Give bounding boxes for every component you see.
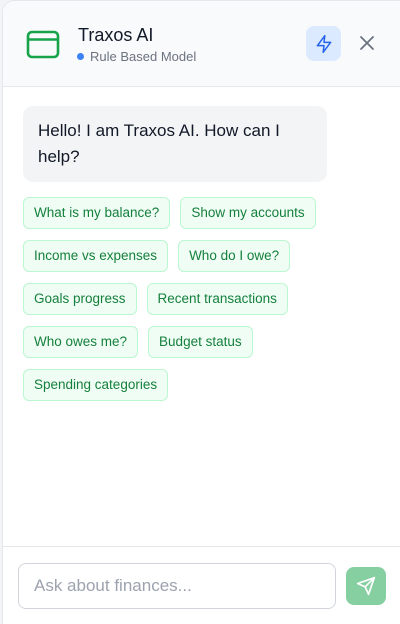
chat-panel: Traxos AI Rule Based Model Hello! I am T… <box>2 0 400 624</box>
chat-header: Traxos AI Rule Based Model <box>3 1 400 87</box>
suggestion-chip-who-owes-me[interactable]: Who owes me? <box>23 326 139 358</box>
suggestion-chip-balance[interactable]: What is my balance? <box>23 197 171 229</box>
suggestion-list: What is my balance? Show my accounts Inc… <box>23 197 363 401</box>
composer <box>3 546 400 624</box>
suggestion-chip-who-do-i-owe[interactable]: Who do I owe? <box>178 240 291 272</box>
assistant-subtitle: Rule Based Model <box>77 49 196 64</box>
suggestion-chip-recent-transactions[interactable]: Recent transactions <box>146 283 288 315</box>
suggestion-chip-budget-status[interactable]: Budget status <box>148 326 253 358</box>
model-label: Rule Based Model <box>90 49 197 64</box>
assistant-message: Hello! I am Traxos AI. How can I help? <box>23 106 327 182</box>
suggestion-chip-income-vs-expenses[interactable]: Income vs expenses <box>23 240 169 272</box>
mode-toggle-button[interactable] <box>306 26 341 61</box>
browser-window-icon <box>25 27 61 63</box>
message-input[interactable] <box>18 563 336 609</box>
suggestion-chip-accounts[interactable]: Show my accounts <box>180 197 316 229</box>
assistant-title: Traxos AI <box>78 25 154 45</box>
suggestion-chip-spending-categories[interactable]: Spending categories <box>23 369 169 401</box>
send-button[interactable] <box>346 567 386 605</box>
close-icon <box>360 36 374 50</box>
suggestion-chip-goals-progress[interactable]: Goals progress <box>23 283 137 315</box>
close-button[interactable] <box>353 29 381 57</box>
send-icon <box>356 576 376 596</box>
status-dot <box>77 53 84 60</box>
lightning-bolt-icon <box>316 34 331 53</box>
